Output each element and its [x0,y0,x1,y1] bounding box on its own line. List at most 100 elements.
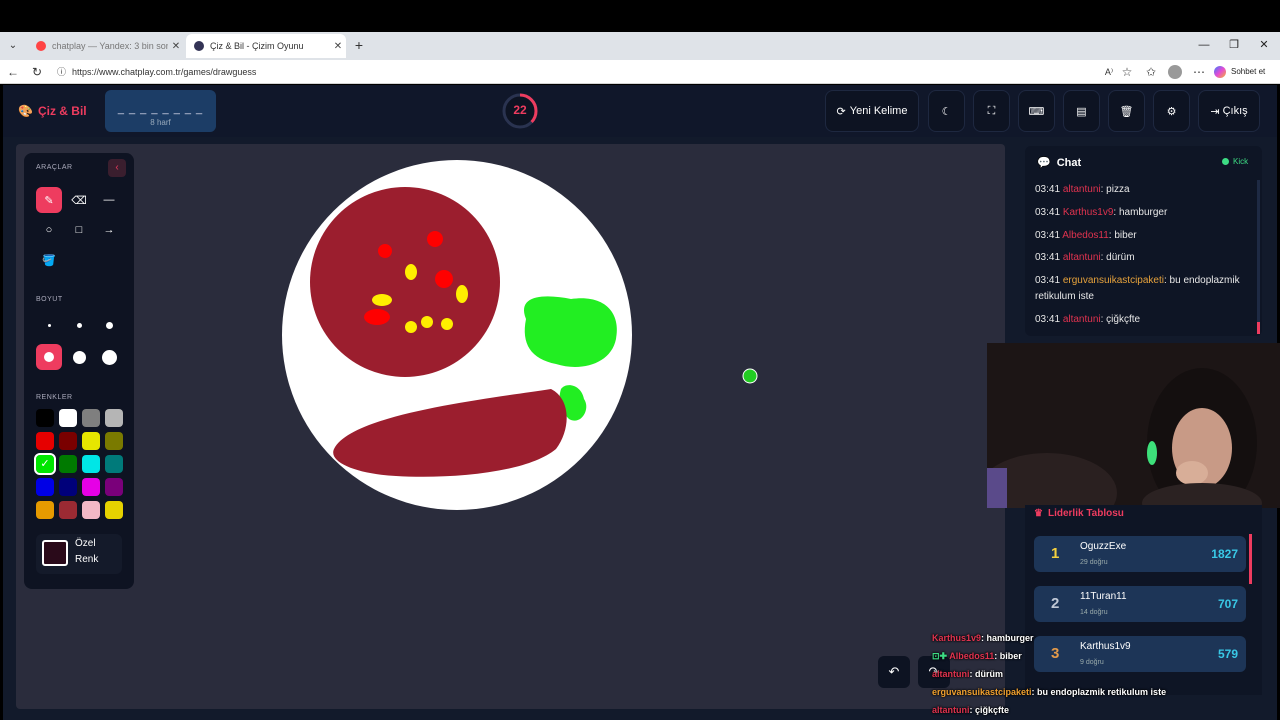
custom-color-button[interactable]: Özel Renk [36,534,122,574]
overlay-message: erguvansuikastcipaketi: bu endoplazmik r… [932,687,1166,697]
drawing-canvas[interactable] [16,144,1005,709]
fill-tool[interactable]: 🪣 [36,247,62,273]
color-swatch[interactable] [105,409,123,427]
read-aloud-icon[interactable]: A⁾ [1100,63,1118,81]
arrow-icon: → [103,224,115,236]
logout-icon: ⇥ [1210,105,1220,118]
fullscreen-button[interactable]: ⛶ [973,90,1010,132]
word-hint: 8 harf [150,118,171,127]
msg-time: 03:41 [1035,184,1061,195]
msg-time: 03:41 [1035,314,1061,325]
size-xl[interactable] [66,344,92,370]
theme-toggle-button[interactable]: ☾ [928,90,965,132]
collapse-button[interactable]: ‹ [108,159,126,177]
msg-user[interactable]: altantuni [1063,184,1101,195]
chat-scrollbar[interactable] [1257,180,1260,334]
tab-yandex[interactable]: chatplay — Yandex: 3 bin sonuç b ✕ [28,34,184,58]
overlay-text: : hamburger [981,633,1034,643]
msg-user[interactable]: altantuni [1063,252,1101,263]
kick-status: Kick [1222,157,1248,166]
brand[interactable]: 🎨 Çiz & Bil [18,103,87,119]
more-icon[interactable]: ⋯ [1190,63,1208,81]
chat-icon: 💬 [1037,157,1051,169]
keyboard-button[interactable]: ⌨ [1018,90,1055,132]
size-l[interactable] [36,344,62,370]
profile-avatar[interactable] [1168,65,1182,79]
delete-button[interactable]: 🗑 [1108,90,1145,132]
color-swatch[interactable] [105,501,123,519]
leaderboard-scrollbar[interactable] [1249,534,1252,584]
color-swatch[interactable] [105,478,123,496]
color-swatch[interactable] [36,409,54,427]
color-swatch[interactable] [36,432,54,450]
size-m[interactable] [96,312,122,338]
favorites-list-icon[interactable]: ✩ [1142,63,1160,81]
leaderboard-row[interactable]: 3 Karthus1v9 9 doğru 579 [1034,636,1246,672]
minimize-button[interactable]: — [1189,36,1219,54]
drawing[interactable] [16,144,1005,709]
undo-button[interactable]: ↶ [878,656,910,688]
dot-icon [47,323,51,327]
new-tab-button[interactable]: + [350,36,368,54]
color-swatch[interactable]: ✓ [34,453,56,475]
exit-button[interactable]: ⇥ Çıkış [1198,90,1260,132]
player-name: Karthus1v9 [1080,641,1131,652]
color-swatch[interactable] [82,432,100,450]
size-title: BOYUT [36,296,63,303]
color-swatch[interactable] [59,455,77,473]
color-swatch[interactable] [82,501,100,519]
player-score: 579 [1217,647,1238,661]
circle-tool[interactable]: ○ [36,217,62,243]
msg-time: 03:41 [1035,207,1061,218]
maximize-button[interactable]: ❐ [1219,36,1249,54]
reload-icon[interactable]: ↻ [28,63,46,81]
msg-user[interactable]: Albedos11 [1062,230,1109,241]
chat-message: 03:41 altantuni: dürüm [1035,250,1250,266]
palette-icon: 🎨 [18,104,33,118]
size-xs[interactable] [36,312,62,338]
color-swatch[interactable] [82,478,100,496]
brush-tool[interactable]: ✎ [36,187,62,213]
timer: 22 [501,92,539,130]
settings-button[interactable]: ⚙ [1153,90,1190,132]
size-xxl[interactable] [96,344,122,370]
new-word-button[interactable]: ⟳ Yeni Kelime [825,90,919,132]
keyboard-icon: ⌨ [1028,105,1045,118]
rectangle-tool[interactable]: □ [66,217,92,243]
line-tool[interactable]: — [96,187,122,213]
color-swatch[interactable] [59,432,77,450]
dot-icon [72,350,86,364]
close-icon[interactable]: ✕ [168,41,184,52]
color-swatch[interactable] [82,409,100,427]
archive-button[interactable]: ▤ [1063,90,1100,132]
arrow-tool[interactable]: → [96,217,122,243]
yandex-icon [36,41,46,51]
favorite-icon[interactable]: ☆ [1118,63,1136,81]
msg-user[interactable]: altantuni [1063,314,1101,325]
msg-user[interactable]: erguvansuikastcipaketi [1063,275,1164,286]
copilot-button[interactable]: Sohbet et [1214,63,1276,81]
leaderboard-row[interactable]: 2 11Turan11 14 doğru 707 [1034,586,1246,622]
word-box: _ _ _ _ _ _ _ _ 8 harf [105,90,216,132]
dot-icon [105,321,113,329]
back-icon[interactable]: ← [4,63,22,81]
brush-icon: ✎ [44,194,54,207]
size-s[interactable] [66,312,92,338]
color-swatch[interactable] [36,478,54,496]
eraser-tool[interactable]: ⌫ [66,187,92,213]
color-swatch[interactable] [59,409,77,427]
color-swatch[interactable] [105,432,123,450]
leaderboard-row[interactable]: 1 OguzzExe 29 doğru 1827 [1034,536,1246,572]
color-swatch[interactable] [36,501,54,519]
msg-user[interactable]: Karthus1v9 [1063,207,1114,218]
close-window-button[interactable]: ✕ [1249,36,1279,54]
close-icon[interactable]: ✕ [330,41,346,52]
color-swatch[interactable] [82,455,100,473]
color-swatch[interactable] [59,501,77,519]
color-swatch[interactable] [105,455,123,473]
url-input[interactable]: ⓘ https://www.chatplay.com.tr/games/draw… [52,63,1142,81]
color-swatch[interactable] [59,478,77,496]
tab-drawguess[interactable]: Çiz & Bil - Çizim Oyunu ✕ [186,34,346,58]
chat-message: 03:41 Karthus1v9: hamburger [1035,205,1250,221]
tab-list-button[interactable]: ⌄ [4,37,22,55]
